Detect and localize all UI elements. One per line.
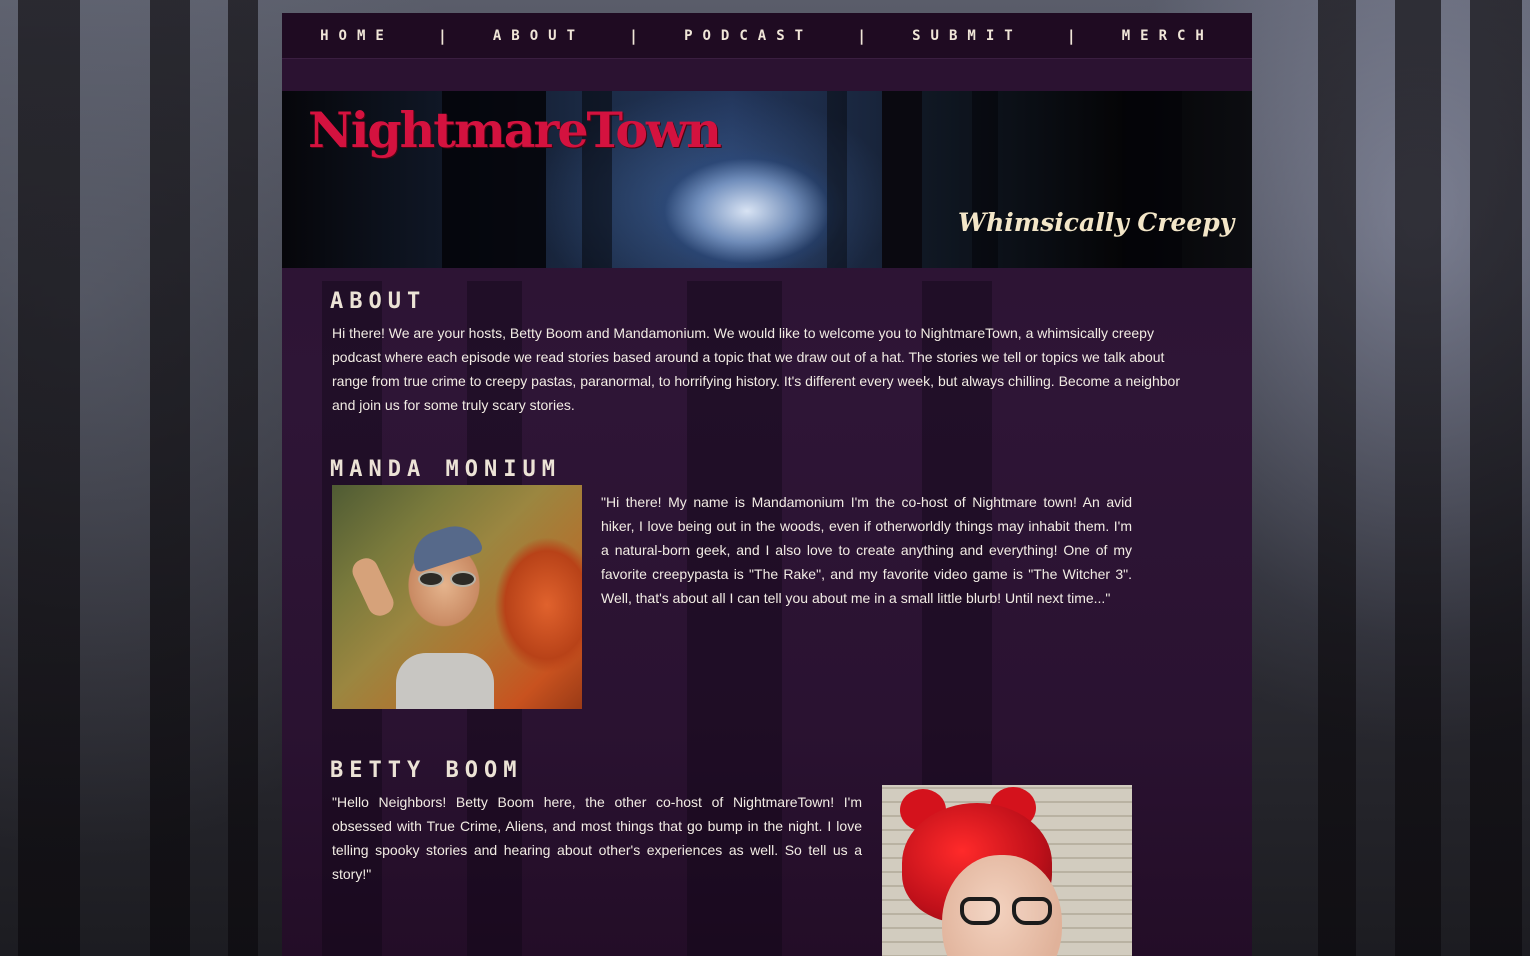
betty-bio: "Hello Neighbors! Betty Boom here, the o… [332, 794, 862, 882]
nav-separator: | [629, 26, 639, 45]
nav-separator: | [1066, 26, 1076, 45]
background-tree [1470, 0, 1522, 956]
background-tree [1395, 0, 1441, 956]
nav-separator: | [857, 26, 867, 45]
nav-home[interactable]: HOME [320, 28, 394, 44]
about-heading: ABOUT [330, 289, 427, 314]
betty-heading: BETTY BOOM [330, 758, 523, 783]
nav-podcast[interactable]: PODCAST [684, 28, 813, 44]
manda-bio: "Hi there! My name is Mandamonium I'm th… [601, 494, 1132, 606]
nav-submit[interactable]: SUBMIT [912, 28, 1023, 44]
background-tree [150, 0, 190, 956]
nav-about[interactable]: ABOUT [493, 28, 585, 44]
nav-separator: | [437, 26, 447, 45]
header-banner: NightmareTown Whimsically Creepy [282, 91, 1252, 268]
betty-photo [882, 785, 1132, 956]
top-navigation: HOME | ABOUT | PODCAST | SUBMIT | MERCH [282, 13, 1252, 59]
manda-heading: MANDA MONIUM [330, 457, 561, 482]
background-tree [1318, 0, 1356, 956]
nav-merch[interactable]: MERCH [1122, 28, 1214, 44]
banner-dark-forest [922, 91, 1252, 268]
about-text: Hi there! We are your hosts, Betty Boom … [332, 325, 1180, 413]
site-logo[interactable]: NightmareTown [308, 101, 722, 159]
main-column: HOME | ABOUT | PODCAST | SUBMIT | MERCH … [282, 13, 1252, 956]
manda-photo [332, 485, 582, 709]
subnav-bar [282, 59, 1252, 91]
site-tagline: Whimsically Creepy [958, 208, 1235, 237]
background-tree [18, 0, 80, 956]
background-tree [228, 0, 258, 956]
